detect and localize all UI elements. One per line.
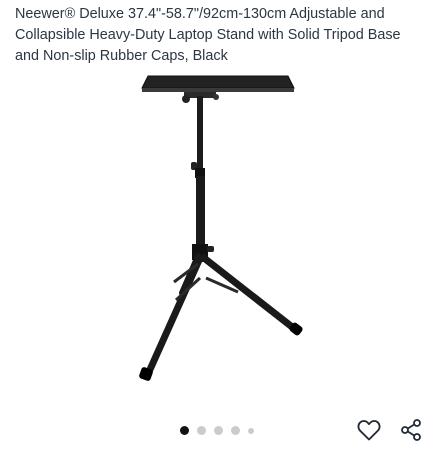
share-button[interactable] — [397, 416, 425, 444]
product-image[interactable] — [118, 68, 318, 388]
upper-pole — [197, 96, 203, 170]
share-icon — [401, 419, 421, 441]
carousel-dot-3[interactable] — [214, 426, 223, 435]
heart-outline-icon — [357, 420, 381, 441]
carousel-dot-5[interactable] — [248, 427, 254, 434]
carousel-dot-4[interactable] — [231, 426, 240, 435]
wishlist-button[interactable] — [355, 416, 383, 444]
carousel-dot-2[interactable] — [197, 426, 206, 435]
tray-top — [141, 75, 295, 89]
tray-edge — [142, 88, 294, 92]
image-carousel-indicator[interactable] — [180, 426, 254, 435]
right-leg — [200, 254, 300, 334]
product-title: Neewer® Deluxe 37.4"-58.7"/92cm-130cm Ad… — [15, 6, 401, 64]
carousel-dot-1[interactable] — [180, 426, 189, 435]
